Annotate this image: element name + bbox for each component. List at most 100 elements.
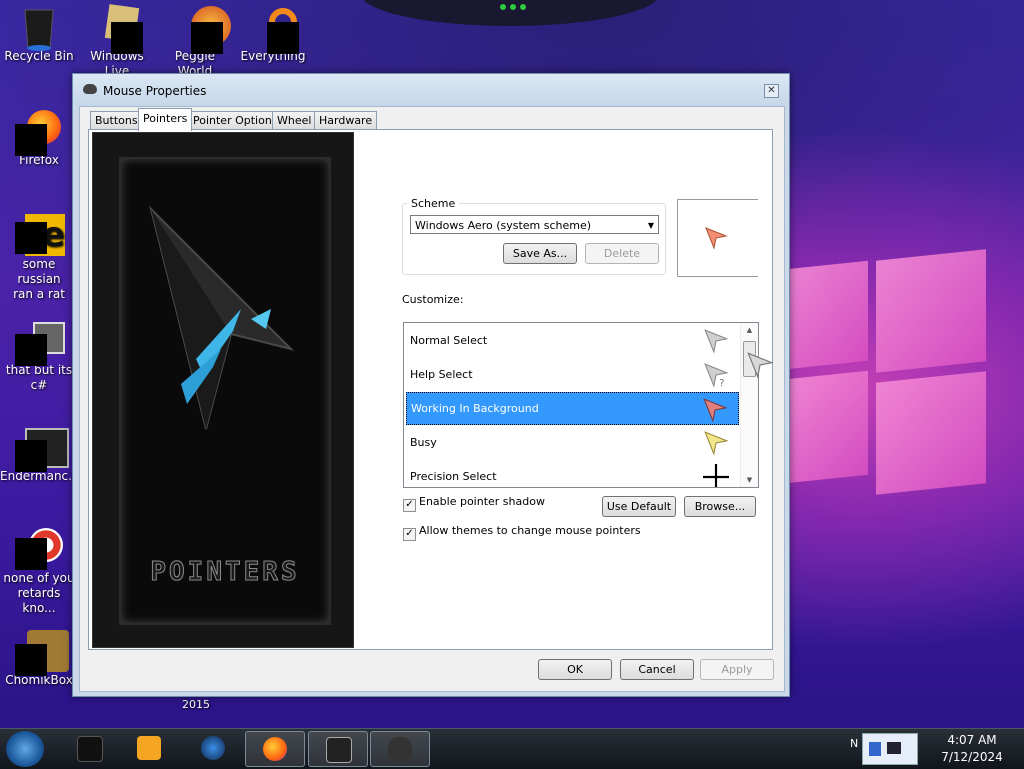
enable-shadow-checkbox[interactable]: ✓ Enable pointer shadow	[403, 495, 545, 512]
console-icon	[15, 426, 69, 472]
close-icon: ✕	[767, 85, 776, 96]
chomikbox-icon	[15, 630, 69, 676]
desktop-icon-label: none of you retards kno...	[3, 571, 75, 615]
apply-button[interactable]: Apply	[700, 659, 774, 680]
pointer-name: Normal Select	[410, 334, 488, 347]
desktop-icon-russian-rat[interactable]: e some russian ran a rat	[0, 214, 78, 302]
mouse-icon	[83, 84, 97, 94]
save-as-button[interactable]: Save As...	[503, 243, 577, 264]
mouse-pointer-icon	[747, 352, 774, 379]
title-bar[interactable]: Mouse Properties ✕	[73, 74, 789, 106]
desktop-icon-windows-live[interactable]: Windows Live	[78, 4, 156, 79]
tab-hardware[interactable]: Hardware	[314, 111, 378, 130]
taskbar-item-console[interactable]	[308, 731, 368, 767]
app-icon	[15, 528, 63, 570]
taskbar: N 4:07 AM 7/12/2024	[0, 728, 1024, 769]
tab-wheel[interactable]: Wheel	[272, 111, 317, 130]
checkbox-label: Enable pointer shadow	[419, 495, 545, 508]
recycle-bin-icon	[77, 736, 103, 762]
desktop-icon-chomikbox[interactable]: ChomikBox	[0, 630, 78, 688]
close-button[interactable]: ✕	[764, 84, 779, 98]
console-icon	[326, 737, 352, 763]
tray-overflow-label[interactable]: N	[850, 737, 858, 750]
cancel-button[interactable]: Cancel	[620, 659, 694, 680]
clock[interactable]: 4:07 AM 7/12/2024	[926, 732, 1018, 766]
list-item-selected[interactable]: Working In Background	[406, 392, 739, 425]
list-item[interactable]: Normal Select	[406, 324, 739, 357]
taskbar-item-firefox[interactable]	[245, 731, 305, 767]
tab-pointer-options[interactable]: Pointer Options	[188, 111, 283, 130]
windows-stack-icon	[15, 320, 65, 366]
help-cursor-icon: ?	[704, 363, 729, 388]
mouse-icon	[388, 737, 412, 761]
stylized-cursor-art	[149, 205, 295, 430]
pointer-name: Help Select	[410, 368, 473, 381]
taskbar-item-globe[interactable]	[184, 731, 242, 765]
browse-button[interactable]: Browse...	[684, 496, 756, 517]
dialog-body: Buttons Pointers Pointer Options Wheel H…	[79, 106, 785, 692]
crosshair-cursor-icon	[703, 464, 729, 487]
tab-pointers[interactable]: Pointers	[138, 108, 193, 131]
clock-time: 4:07 AM	[947, 733, 997, 747]
recycle-bin-icon	[19, 6, 59, 51]
pointer-name: Precision Select	[410, 470, 497, 483]
checkmark-icon[interactable]: ✓	[403, 499, 416, 512]
taskbar-item-mouse-properties[interactable]	[370, 731, 430, 767]
list-item[interactable]: Precision Select	[406, 460, 739, 487]
list-item[interactable]: Busy	[406, 426, 739, 459]
desktop-icon-label: that but its c#	[5, 363, 73, 392]
list-item[interactable]: Help Select ?	[406, 358, 739, 391]
firefox-icon	[263, 737, 287, 761]
desktop-icon-peggle-world[interactable]: Peggle World	[156, 6, 234, 79]
windows-live-icon	[97, 4, 143, 54]
pointer-name: Busy	[410, 436, 437, 449]
allow-themes-checkbox[interactable]: ✓ Allow themes to change mouse pointers	[403, 524, 641, 541]
ok-button[interactable]: OK	[538, 659, 612, 680]
desktop-icon-everything[interactable]: Everything	[234, 6, 312, 64]
pointers-theme-art: POINTERS	[92, 132, 354, 648]
desktop-icon-recycle-bin[interactable]: Recycle Bin	[0, 6, 78, 64]
desktop-icon-label: some russian ran a rat	[13, 257, 65, 301]
desktop-icon-firefox[interactable]: Firefox	[0, 110, 78, 168]
scroll-down-icon[interactable]: ▼	[741, 473, 758, 487]
firefox-icon	[15, 110, 61, 156]
desktop-stray-label: 2015	[182, 698, 210, 711]
media-player-icon	[137, 736, 161, 760]
everything-search-icon	[253, 6, 299, 54]
list-scrollbar[interactable]: ▲ ▼	[740, 323, 758, 487]
scheme-dropdown[interactable]: Windows Aero (system scheme) ▼	[410, 215, 659, 234]
art-frame: POINTERS	[119, 157, 331, 625]
mouse-properties-dialog: Mouse Properties ✕ Buttons Pointers Poin…	[72, 73, 790, 697]
network-icon[interactable]	[869, 742, 881, 756]
tab-buttons[interactable]: Buttons	[90, 111, 143, 130]
delete-button[interactable]: Delete	[585, 243, 659, 264]
globe-icon	[201, 736, 225, 760]
pointer-preview	[677, 199, 758, 277]
customize-label: Customize:	[402, 293, 464, 306]
pointer-name: Working In Background	[411, 402, 539, 415]
checkmark-icon[interactable]: ✓	[403, 528, 416, 541]
svg-text:?: ?	[719, 378, 724, 388]
busy-cursor-icon	[704, 431, 729, 456]
desktop-icon-none-of-you[interactable]: none of you retards kno...	[0, 528, 78, 616]
monitor-icon[interactable]	[887, 742, 901, 754]
top-decoration	[360, 0, 660, 26]
windows-logo-wallpaper	[786, 249, 1024, 515]
pointers-panel: POINTERS Scheme Windows Aero (system sch…	[88, 129, 773, 650]
ie-icon: e	[15, 214, 65, 256]
arrow-cursor-icon	[704, 329, 729, 354]
pointer-list[interactable]: Normal Select Help Select ? Working In B…	[403, 322, 759, 488]
dropdown-arrow-icon: ▼	[647, 221, 654, 230]
clock-date: 7/12/2024	[941, 750, 1003, 764]
arrow-cursor-preview-icon	[705, 227, 728, 250]
start-button[interactable]	[6, 731, 44, 767]
taskbar-item-recycle[interactable]	[60, 731, 118, 765]
taskbar-item-media-player[interactable]	[120, 731, 178, 765]
desktop-icon-endermanch[interactable]: Endermanc...	[0, 426, 80, 484]
scroll-up-icon[interactable]: ▲	[741, 323, 758, 337]
system-tray[interactable]	[862, 733, 918, 765]
desktop-icon-that-but-its[interactable]: that but its c#	[0, 320, 78, 393]
scheme-legend: Scheme	[411, 197, 456, 210]
use-default-button[interactable]: Use Default	[602, 496, 676, 517]
working-cursor-icon	[703, 398, 728, 423]
